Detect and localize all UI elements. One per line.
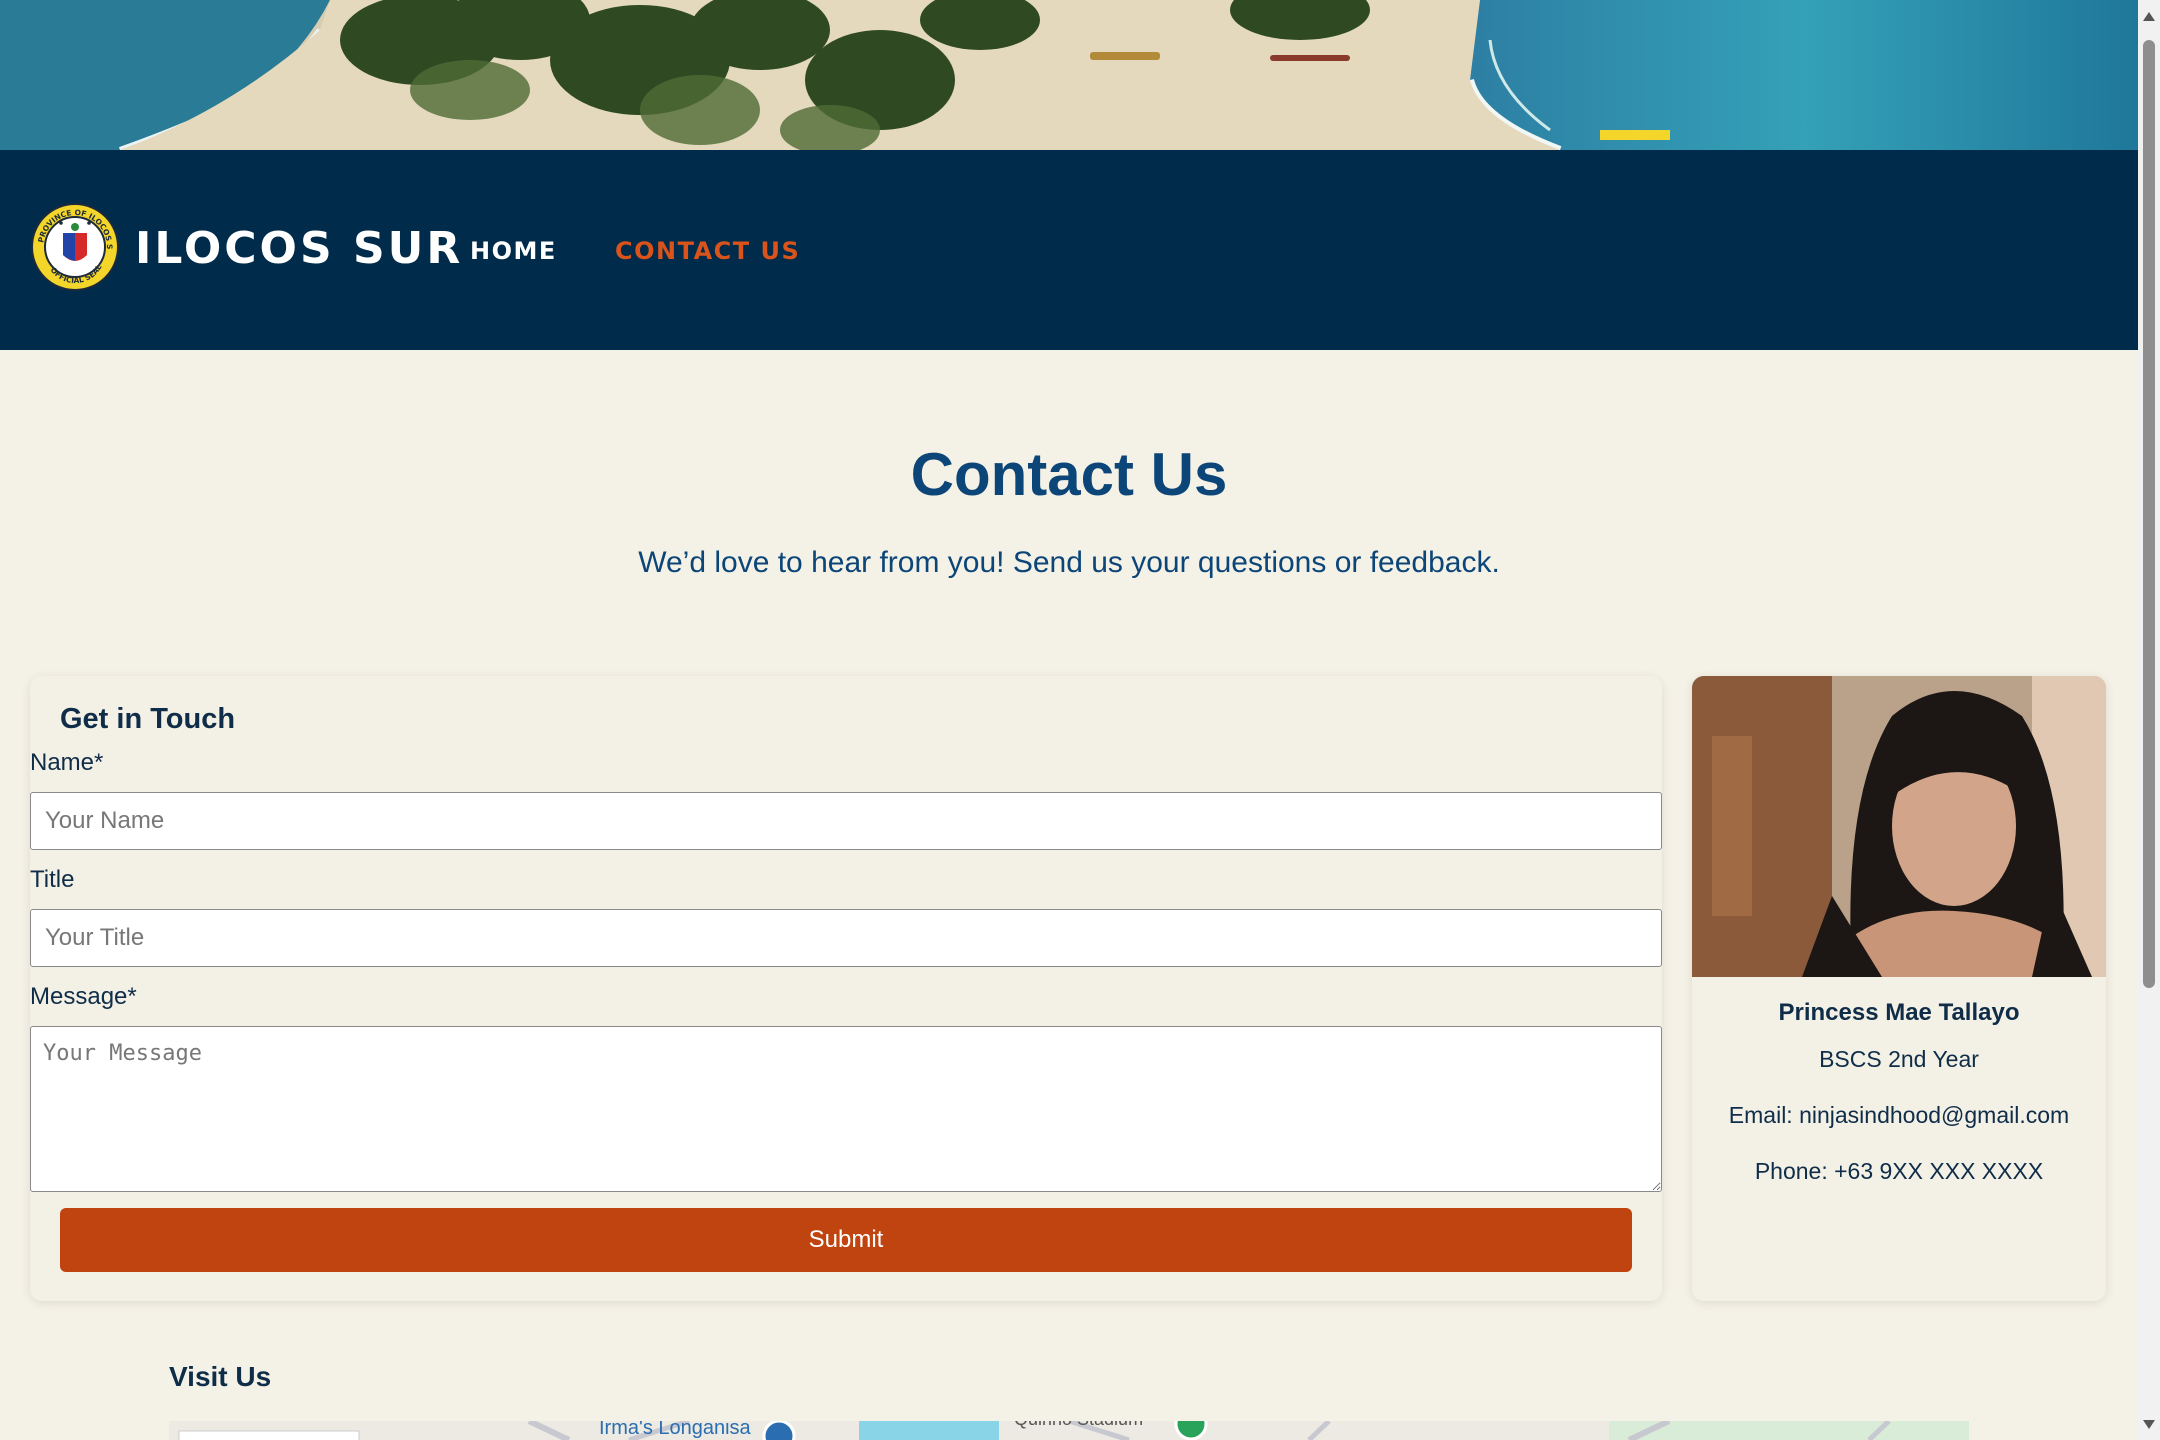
- profile-course: BSCS 2nd Year: [1819, 1046, 1979, 1072]
- map-pin-icon[interactable]: [762, 1421, 796, 1440]
- profile-phone: Phone: +63 9XX XXX XXXX: [1754, 1158, 2044, 1184]
- map-park-pin-icon[interactable]: [1174, 1421, 1208, 1440]
- location-map[interactable]: Irma's Longanisa Quirino Stadium: [169, 1421, 1969, 1440]
- title-label: Title: [30, 866, 75, 893]
- submit-button[interactable]: Submit: [60, 1208, 1632, 1272]
- message-label: Message*: [30, 983, 137, 1010]
- provincial-seal-icon[interactable]: PROVINCE OF ILOCOS SUR OFFICIAL SEAL: [31, 203, 119, 291]
- nav-contact-link[interactable]: CONTACT US: [615, 237, 800, 265]
- nav-home-link[interactable]: HOME: [470, 237, 557, 265]
- contact-form-card: Get in Touch Name* Title Message* Submit: [30, 676, 1662, 1301]
- profile-name: Princess Mae Tallayo: [1778, 999, 2020, 1026]
- title-input[interactable]: [30, 909, 1662, 967]
- scrollbar-thumb[interactable]: [2143, 40, 2155, 988]
- map-place-label[interactable]: Irma's Longanisa: [599, 1421, 751, 1439]
- hero-banner: [0, 0, 2138, 150]
- name-input[interactable]: [30, 792, 1662, 850]
- message-textarea[interactable]: [30, 1026, 1662, 1192]
- site-navbar: PROVINCE OF ILOCOS SUR OFFICIAL SEAL ILO…: [0, 150, 2138, 350]
- page-scrollbar[interactable]: [2138, 0, 2160, 1440]
- page-title: Contact Us: [910, 441, 1228, 508]
- name-label: Name*: [30, 749, 104, 776]
- beach-image: [0, 0, 2138, 150]
- form-heading: Get in Touch: [60, 703, 236, 735]
- profile-email: Email: ninjasindhood@gmail.com: [1728, 1102, 2070, 1128]
- map-place-label-2[interactable]: Quirino Stadium: [1014, 1421, 1143, 1429]
- brand-name[interactable]: ILOCOS SUR: [135, 222, 463, 276]
- scroll-up-icon[interactable]: [2143, 12, 2155, 21]
- profile-photo: [1692, 676, 2106, 977]
- visit-us-heading: Visit Us: [169, 1361, 272, 1392]
- page-subtitle: We’d love to hear from you! Send us your…: [638, 546, 1500, 579]
- profile-card: Princess Mae Tallayo BSCS 2nd Year Email…: [1692, 676, 2106, 1301]
- scroll-down-icon[interactable]: [2143, 1420, 2155, 1429]
